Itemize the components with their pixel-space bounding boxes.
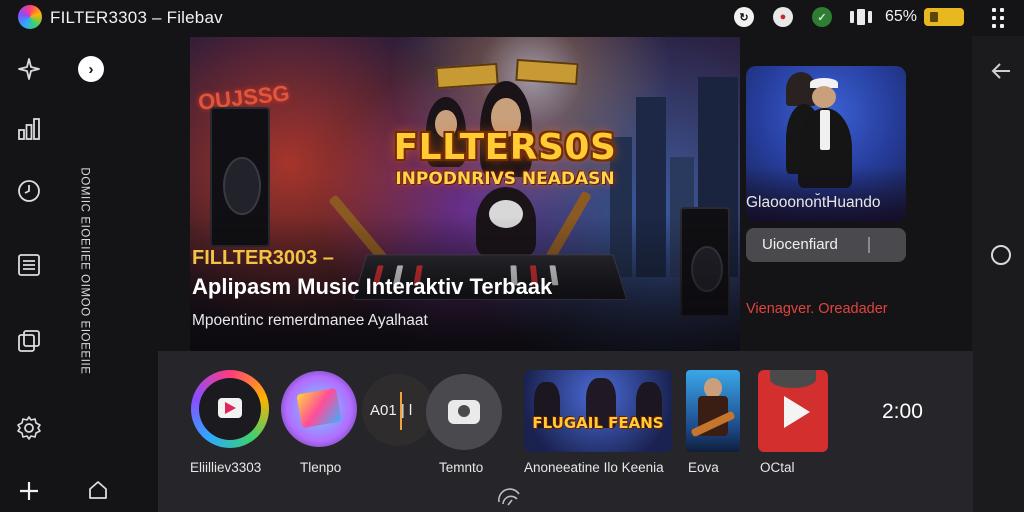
- home-circle-icon[interactable]: [991, 245, 1011, 265]
- text-cursor: [868, 237, 870, 253]
- dock-label: Eova: [688, 460, 719, 475]
- chrome-icon[interactable]: ●: [773, 7, 793, 27]
- left-nav-rail: › DOMIIC EIOEIIEE OIMOO EIOEEIIE: [0, 36, 158, 512]
- arrow-sign-art: [435, 62, 499, 90]
- home-icon[interactable]: [86, 478, 110, 502]
- side-input-value: Uiocenfiard: [762, 236, 838, 253]
- arrow-sign-art: [515, 58, 579, 86]
- list-icon[interactable]: [14, 250, 44, 280]
- red-play-icon[interactable]: [758, 370, 828, 452]
- right-nav-rail: [972, 36, 1024, 512]
- dock-label: Eliilliev3303: [190, 460, 262, 475]
- back-arrow-icon[interactable]: [990, 61, 1012, 81]
- vertical-label-text: DOMIIC EIOEIIEE OIMOO EIOEEIIE: [79, 167, 91, 375]
- album-art-title: FLUGAIL FEANS: [532, 414, 664, 432]
- artist-caption: Glaooonon̆tHuando: [746, 194, 881, 211]
- dock-label: Temnto: [439, 460, 484, 475]
- dock-label: Tlenpo: [300, 460, 342, 475]
- side-link[interactable]: Vienagver. Oreadader: [746, 301, 888, 317]
- gesture-arc-icon[interactable]: [496, 484, 522, 506]
- dock-label: Anoneeatine Ilo Keenia: [524, 460, 664, 475]
- tempo-app-icon[interactable]: [281, 371, 357, 447]
- music-app-icon[interactable]: [191, 370, 269, 448]
- guitar-album-icon[interactable]: [686, 370, 740, 452]
- dock-label: OCtal: [760, 460, 795, 475]
- dock-clock: 2:00: [882, 400, 923, 423]
- hero-description: Mpoentinc remerdmanee Ayalhaat: [192, 312, 428, 329]
- library-icon[interactable]: [14, 326, 44, 356]
- sync-icon[interactable]: ↻: [734, 7, 754, 27]
- hero-art-title: FLLTERS0S: [393, 127, 617, 168]
- hero-art-subtitle: INPODNRIVS NEADASN: [395, 169, 615, 189]
- face-art: [812, 86, 836, 108]
- clock-icon[interactable]: [14, 176, 44, 206]
- hero-title: Aplipasm Music Interaktiv Terbaak: [192, 274, 553, 299]
- expand-button[interactable]: ›: [78, 56, 104, 82]
- status-bar: FILTER3303 – Filebav ↻ ● ✓ 65%: [0, 0, 1024, 36]
- chart-icon[interactable]: [14, 114, 44, 144]
- more-icon[interactable]: [990, 6, 1006, 30]
- app-logo-icon[interactable]: [18, 5, 42, 29]
- shirt-art: [820, 110, 830, 150]
- sparkle-icon[interactable]: [14, 54, 44, 84]
- album-art-icon[interactable]: FLUGAIL FEANS: [524, 370, 672, 452]
- audio-meter-text: A01 | l: [370, 402, 413, 419]
- side-input-field[interactable]: Uiocenfiard: [746, 228, 906, 262]
- audio-meter-icon[interactable]: A01 | l: [362, 374, 434, 446]
- vibrate-icon: [850, 9, 872, 25]
- shield-icon[interactable]: ✓: [812, 7, 832, 27]
- add-icon[interactable]: [14, 476, 44, 506]
- artist-art: [786, 72, 816, 106]
- settings-icon[interactable]: [14, 413, 44, 443]
- hero-banner[interactable]: OUJSSG FLLTERS0S INPODNRIVS NEADASN FILL…: [190, 37, 740, 351]
- vertical-label: DOMIIC EIOEIIEE OIMOO EIOEEIIE: [70, 166, 100, 376]
- app-title: FILTER3303 – Filebav: [50, 8, 223, 27]
- hero-kicker: FILLTER3003 –: [192, 247, 334, 269]
- camera-app-icon[interactable]: [426, 374, 502, 450]
- battery-icon: [924, 8, 964, 26]
- battery-percent: 65%: [885, 8, 918, 25]
